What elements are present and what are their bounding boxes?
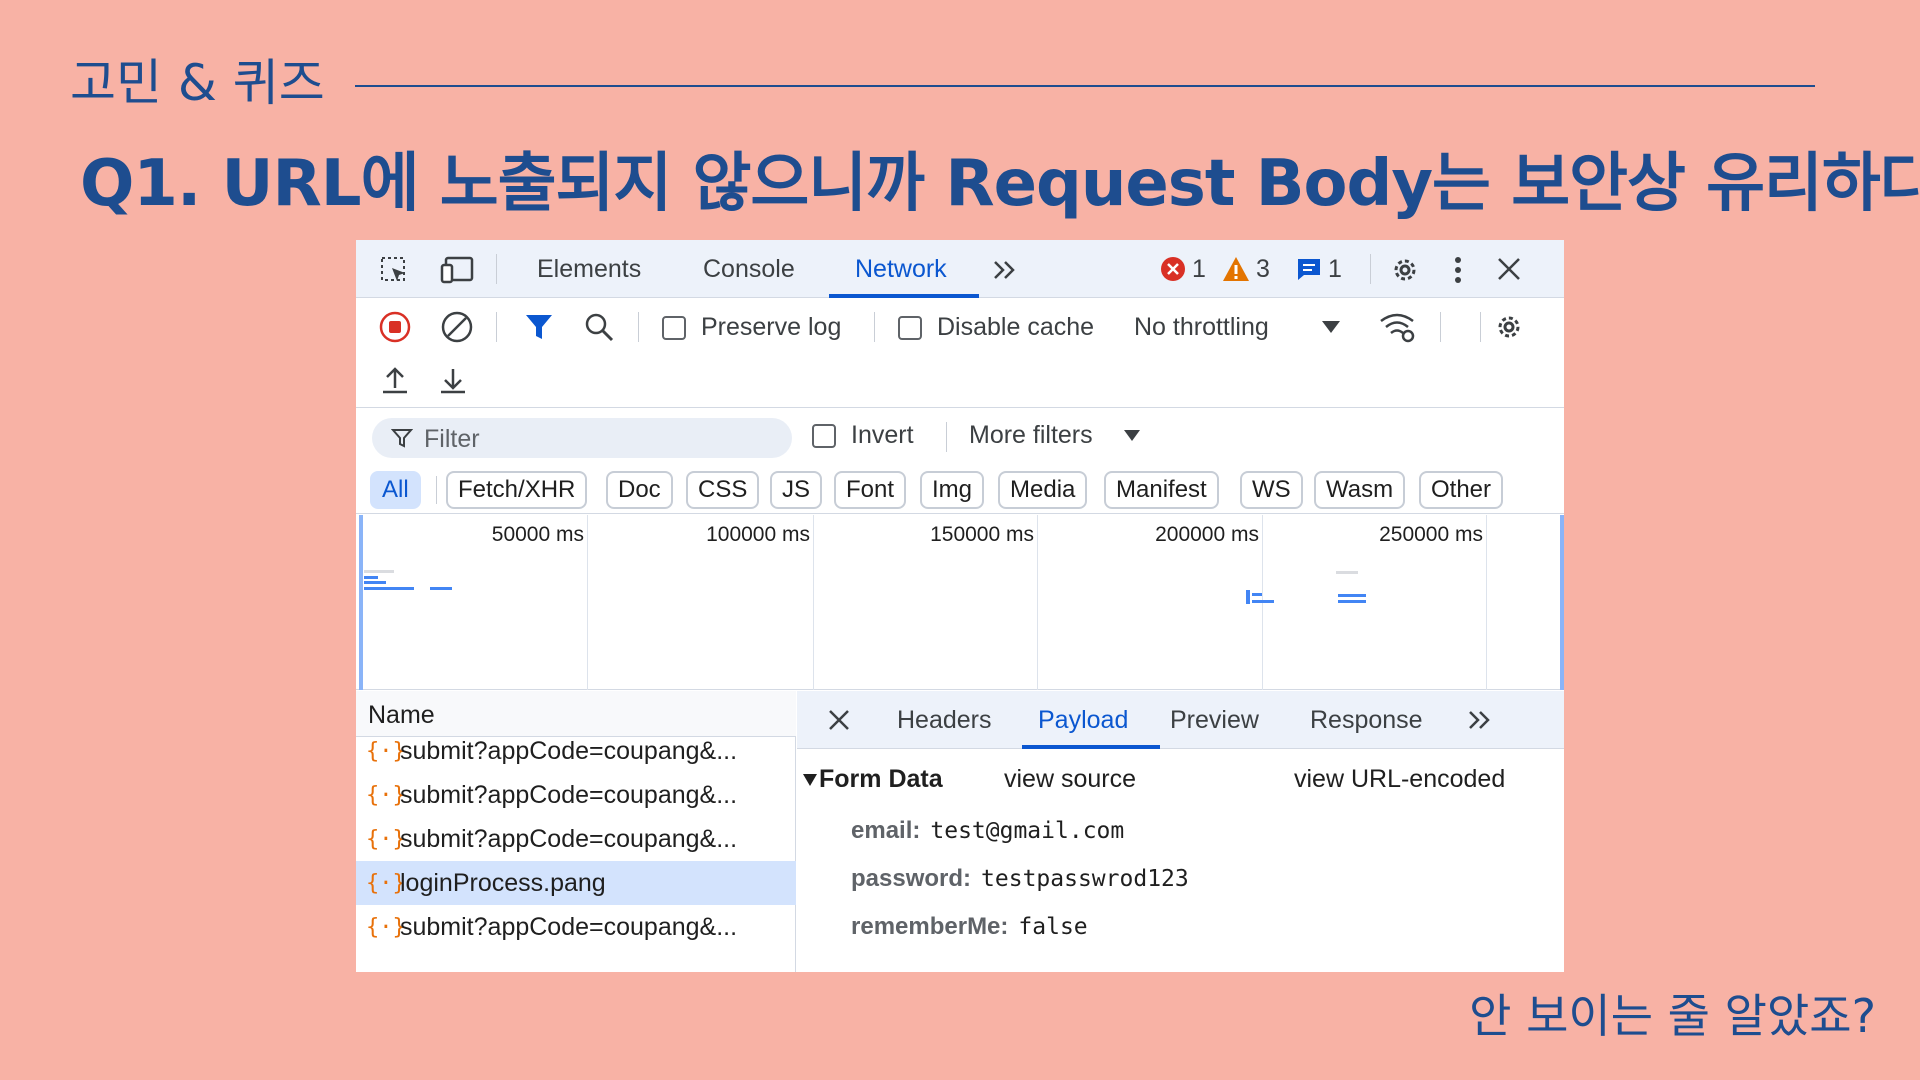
type-filter-font[interactable]: Font [834,471,907,509]
request-name: loginProcess.pang [400,868,606,897]
search-icon[interactable] [582,310,616,344]
settings-gear-icon[interactable] [1388,253,1422,287]
stop-recording-icon[interactable] [378,310,412,344]
import-export-toolbar [356,356,1564,408]
detail-tab-headers[interactable]: Headers [897,691,992,749]
type-filter-media[interactable]: Media [998,471,1088,509]
request-name: submit?appCode=coupang&... [400,780,738,809]
timeline-label: 150000 ms [930,523,1034,546]
collapse-triangle-icon[interactable] [801,771,819,789]
more-filters-dropdown-icon[interactable] [1122,427,1142,443]
more-tabs-icon[interactable] [990,256,1020,284]
type-filter-doc[interactable]: Doc [606,471,673,509]
form-field-email: email: test@gmail.com [851,817,1125,844]
more-filters-button[interactable]: More filters [969,421,1093,450]
import-har-icon[interactable] [378,364,412,398]
tab-network[interactable]: Network [855,240,947,298]
detail-tabbar: Headers Payload Preview Response [797,691,1564,749]
type-filter-other[interactable]: Other [1419,471,1504,509]
form-data-title[interactable]: Form Data [819,765,943,794]
xhr-request-icon: {·} [366,870,406,896]
section-header: 고민 & 퀴즈 [70,44,1815,114]
filter-bar: Filter Invert More filters [356,408,1564,464]
view-url-encoded-link[interactable]: view URL-encoded [1294,765,1505,794]
more-detail-tabs-icon[interactable] [1465,707,1495,733]
disable-cache-checkbox[interactable] [898,316,922,340]
type-filter-manifest[interactable]: Manifest [1104,471,1219,509]
request-row[interactable]: {·} submit?appCode=coupang&... [356,817,796,861]
close-detail-icon[interactable] [825,706,853,734]
throttling-select[interactable]: No throttling [1134,313,1269,342]
devtools-tabbar: Elements Console Network 1 3 1 [356,240,1564,298]
request-row[interactable]: {·} submit?appCode=coupang&... [356,729,796,773]
footnote-text: 안 보이는 줄 알았죠? [1469,989,1876,1043]
disable-cache-label: Disable cache [937,313,1095,341]
preserve-log-checkbox[interactable] [662,316,686,340]
timeline-label: 100000 ms [706,523,810,546]
timeline-label: 200000 ms [1155,523,1259,546]
invert-label: Invert [851,421,914,449]
filter-input[interactable]: Filter [372,418,792,458]
request-name: submit?appCode=coupang&... [400,736,738,765]
timeline-label: 250000 ms [1379,523,1483,546]
type-filter-js[interactable]: JS [770,471,823,509]
network-settings-gear-icon[interactable] [1492,310,1526,344]
device-toolbar-icon[interactable] [440,254,476,286]
network-conditions-icon[interactable] [1378,310,1418,344]
message-icon [1298,259,1320,280]
request-name: submit?appCode=coupang&... [400,912,738,941]
active-detail-tab-indicator [1022,745,1160,749]
xhr-request-icon: {·} [366,738,406,764]
view-source-link[interactable]: view source [1004,765,1136,794]
filter-funnel-icon[interactable] [522,310,556,344]
timeline-overview[interactable]: 50000 ms 100000 ms 150000 ms 200000 ms 2… [356,515,1564,690]
filter-icon [390,426,414,450]
filter-placeholder: Filter [424,425,480,453]
warning-icon [1223,257,1249,281]
request-list: Name {·} submit?appCode=coupang&... {·} … [356,691,796,972]
request-detail-panel: Headers Payload Preview Response Form Da… [797,691,1564,972]
error-icon [1161,257,1185,281]
request-name: submit?appCode=coupang&... [400,824,738,853]
form-field-password: password: testpasswrod123 [851,865,1189,892]
timeline-left-handle[interactable] [359,515,363,690]
tab-elements[interactable]: Elements [537,240,641,298]
timeline-label: 50000 ms [491,523,584,546]
request-row-selected[interactable]: {·} loginProcess.pang [356,861,796,905]
resource-type-filters: All Fetch/XHR Doc CSS JS Font Img Media … [356,464,1564,514]
clear-icon[interactable] [440,310,474,344]
type-filter-ws[interactable]: WS [1240,471,1303,509]
request-row[interactable]: {·} submit?appCode=coupang&... [356,773,796,817]
message-count[interactable]: 1 [1296,254,1342,284]
type-filter-img[interactable]: Img [920,471,985,509]
form-field-remember-me: rememberMe: false [851,913,1088,940]
xhr-request-icon: {·} [366,914,406,940]
question-title: Q1. URL에 노출되지 않으니까 Request Body는 보안상 유리하… [80,147,1920,221]
section-title: 고민 & 퀴즈 [70,54,325,112]
inspect-element-icon[interactable] [378,254,410,286]
devtools-panel: Elements Console Network 1 3 1 Preserve … [356,240,1564,972]
export-har-icon[interactable] [436,364,470,398]
error-count[interactable]: 1 [1160,254,1206,284]
preserve-log-label: Preserve log [701,313,842,341]
type-filter-css[interactable]: CSS [686,471,760,509]
type-filter-fetch-xhr[interactable]: Fetch/XHR [446,471,588,509]
invert-checkbox[interactable] [812,424,836,448]
xhr-request-icon: {·} [366,826,406,852]
more-options-icon[interactable] [1448,253,1468,287]
tab-console[interactable]: Console [703,240,795,298]
warning-count[interactable]: 3 [1222,254,1270,284]
detail-tab-preview[interactable]: Preview [1170,691,1259,749]
type-filter-all[interactable]: All [370,471,421,509]
network-toolbar: Preserve log Disable cache No throttling [356,298,1564,356]
detail-tab-response[interactable]: Response [1310,691,1423,749]
xhr-request-icon: {·} [366,782,406,808]
request-row[interactable]: {·} submit?appCode=coupang&... [356,905,796,949]
timeline-right-handle[interactable] [1560,515,1564,690]
close-devtools-icon[interactable] [1494,254,1524,284]
type-filter-wasm[interactable]: Wasm [1314,471,1406,509]
throttling-dropdown-icon[interactable] [1320,318,1342,336]
detail-tab-payload[interactable]: Payload [1038,691,1128,749]
section-divider [354,85,1815,87]
